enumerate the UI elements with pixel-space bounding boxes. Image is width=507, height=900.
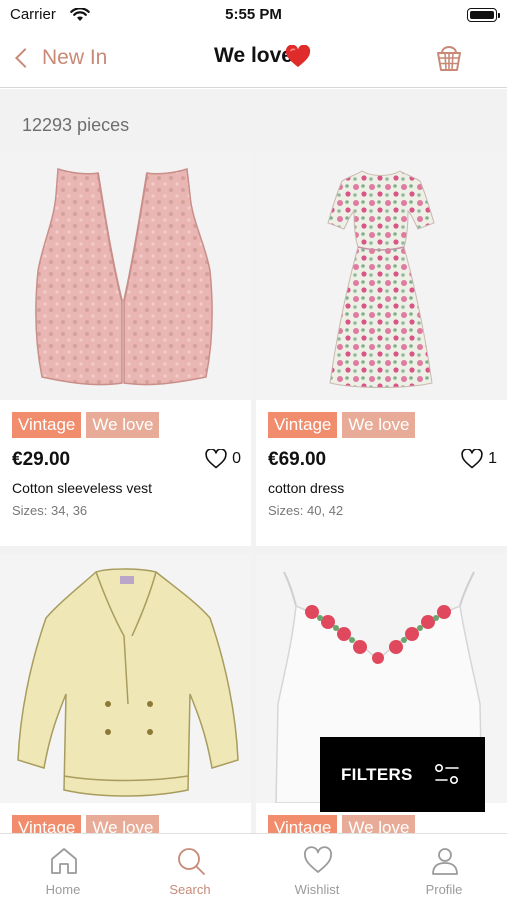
basket-icon[interactable]: [435, 43, 463, 73]
vintage-tag: Vintage: [268, 412, 338, 438]
tab-search[interactable]: Search: [127, 834, 253, 900]
product-card[interactable]: Vintage We love: [0, 554, 251, 833]
product-tags: Vintage We love: [12, 412, 160, 438]
wishlist-toggle[interactable]: 1: [461, 449, 497, 469]
tab-profile-label: Profile: [425, 882, 463, 897]
vintage-tag: Vintage: [12, 815, 82, 833]
status-bar: Carrier 5:55 PM: [0, 0, 507, 30]
we-love-tag: We love: [86, 815, 160, 833]
like-count: 0: [232, 450, 241, 467]
heart-icon: [304, 846, 332, 873]
vintage-tag: Vintage: [12, 412, 82, 438]
tab-search-label: Search: [169, 882, 211, 897]
product-sizes: Sizes: 34, 36: [12, 503, 88, 518]
search-icon: [178, 848, 205, 875]
clock: 5:55 PM: [225, 6, 282, 23]
navigation-bar: New In We love: [0, 30, 507, 88]
product-image-dress: [256, 151, 507, 400]
product-price: €29.00: [12, 449, 71, 470]
heart-outline-icon: [205, 449, 227, 469]
home-icon: [51, 848, 77, 874]
tab-bar: Home Search Wishlist Profile: [0, 833, 507, 900]
wishlist-toggle[interactable]: 0: [205, 449, 241, 469]
product-image-vest: [0, 151, 251, 400]
heart-outline-icon: [461, 449, 483, 469]
we-love-tag: We love: [342, 815, 416, 833]
we-love-tag: We love: [86, 412, 160, 438]
red-heart-icon: [285, 45, 311, 67]
product-name: Cotton sleeveless vest: [12, 480, 153, 496]
product-name: cotton dress: [268, 480, 345, 496]
tab-wishlist-label: Wishlist: [294, 882, 340, 897]
product-tags: Vintage We love: [268, 815, 416, 833]
results-count: 12293 pieces: [22, 115, 130, 135]
filter-sliders-icon: [434, 763, 459, 785]
tab-home[interactable]: Home: [0, 834, 126, 900]
filters-button[interactable]: FILTERS: [320, 737, 485, 812]
product-tags: Vintage We love: [12, 815, 160, 833]
vintage-tag: Vintage: [268, 815, 338, 833]
product-tags: Vintage We love: [268, 412, 416, 438]
like-count: 1: [488, 450, 497, 467]
page-title-text: We love: [214, 44, 293, 67]
results-count-bar: 12293 pieces: [0, 89, 507, 151]
we-love-tag: We love: [342, 412, 416, 438]
tab-home-label: Home: [45, 882, 81, 897]
product-image-jacket: [0, 554, 251, 803]
tab-profile[interactable]: Profile: [381, 834, 507, 900]
product-card[interactable]: Vintage We love €69.00 1 cotton dress Si…: [256, 151, 507, 546]
product-price: €69.00: [268, 449, 327, 470]
tab-wishlist[interactable]: Wishlist: [254, 834, 380, 900]
battery-icon: [467, 8, 500, 22]
profile-icon: [432, 848, 458, 875]
product-grid: Vintage We love €29.00 0 Cotton sleevele…: [0, 151, 507, 833]
product-card[interactable]: Vintage We love €29.00 0 Cotton sleevele…: [0, 151, 251, 546]
product-sizes: Sizes: 40, 42: [268, 503, 344, 518]
page-title: We love: [0, 44, 507, 68]
filters-label: FILTERS: [341, 765, 413, 784]
